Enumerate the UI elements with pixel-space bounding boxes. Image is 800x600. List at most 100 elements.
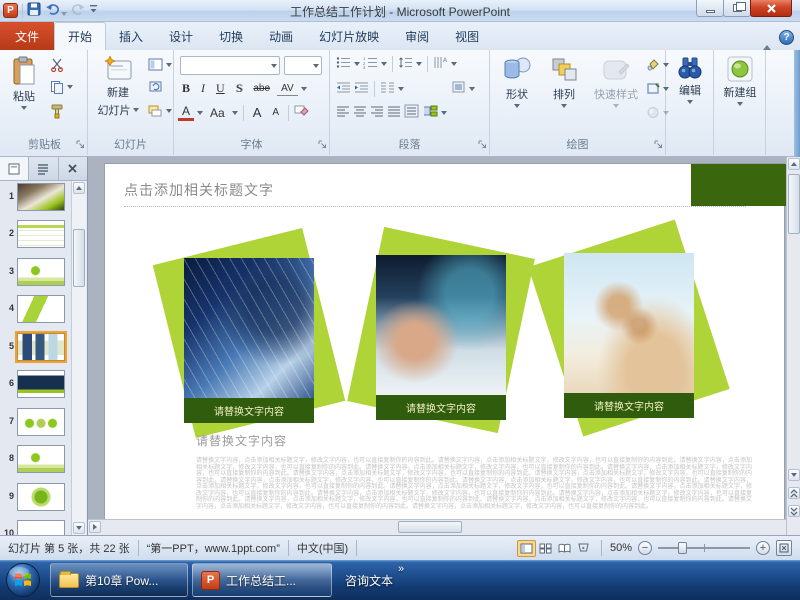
drawing-dialog-launcher[interactable]	[654, 138, 663, 152]
tab-outline[interactable]	[29, 157, 58, 180]
slide-thumbnail-4[interactable]: 4	[0, 295, 72, 323]
close-button[interactable]	[750, 0, 792, 17]
scroll-down-button[interactable]	[73, 522, 85, 534]
slideshow-view-button[interactable]	[574, 540, 593, 557]
bold-button[interactable]: B	[178, 80, 194, 97]
font-color-button[interactable]: A	[178, 105, 194, 121]
clear-formatting-button[interactable]	[294, 104, 309, 121]
normal-view-button[interactable]	[517, 540, 536, 557]
section-button[interactable]	[148, 104, 172, 117]
justify-button[interactable]	[387, 105, 401, 121]
paste-button[interactable]: 粘贴	[6, 53, 42, 145]
quick-styles-button[interactable]: 快速样式	[588, 53, 644, 145]
body-text-placeholder[interactable]: 请替换文字内容，点击添加相关标题文字，修改文字内容，也可以直接复制你的内容到此。…	[196, 458, 752, 510]
previous-slide-button[interactable]	[788, 487, 800, 499]
slide-thumbnail-9[interactable]: 9	[0, 483, 72, 511]
text-direction-button[interactable]: A	[433, 56, 448, 72]
change-case-button[interactable]: Aa	[206, 105, 229, 121]
scroll-right-button[interactable]	[89, 521, 101, 533]
photo-stairs[interactable]	[184, 258, 314, 398]
line-spacing-button[interactable]	[398, 56, 413, 72]
start-button[interactable]	[5, 562, 41, 600]
font-size-combobox[interactable]	[284, 56, 322, 75]
slide-thumbnail-5-selected[interactable]: 5	[0, 333, 72, 361]
taskbar-item-folder[interactable]: 第10章 Pow...	[50, 563, 188, 597]
horizontal-scrollbar[interactable]	[88, 519, 786, 535]
section-heading[interactable]: 请替换文字内容	[196, 432, 287, 449]
font-dialog-launcher[interactable]	[318, 138, 327, 152]
strikethrough-button[interactable]: abe	[249, 82, 274, 95]
editing-button[interactable]: 编辑	[669, 53, 711, 145]
tab-file[interactable]: 文件	[0, 22, 54, 50]
slides-pane-scrollbar[interactable]	[71, 181, 86, 535]
next-slide-button[interactable]	[788, 505, 800, 517]
caption-bar[interactable]: 请替换文字内容	[184, 398, 314, 423]
zoom-slider[interactable]	[658, 547, 750, 549]
scrollbar-thumb[interactable]	[73, 229, 85, 287]
taskbar-item-powerpoint[interactable]: P 工作总结工...	[192, 563, 332, 597]
reset-slide-button[interactable]	[148, 80, 163, 93]
zoom-in-button[interactable]: +	[756, 541, 770, 555]
align-text-button[interactable]	[451, 80, 466, 97]
tab-slideshow[interactable]: 幻灯片放映	[306, 23, 392, 50]
fit-to-window-button[interactable]	[776, 540, 792, 556]
increase-indent-button[interactable]	[354, 81, 369, 97]
distribute-button[interactable]	[404, 104, 419, 121]
decrease-indent-button[interactable]	[336, 81, 351, 97]
format-painter-button[interactable]	[50, 104, 65, 119]
columns-button[interactable]	[380, 81, 395, 97]
tab-view[interactable]: 视图	[442, 23, 492, 50]
scrollbar-thumb[interactable]	[788, 174, 800, 234]
slide-thumbnail-3[interactable]: 3	[0, 258, 72, 286]
scroll-down-button[interactable]	[788, 469, 800, 481]
text-shadow-button[interactable]: S	[232, 80, 247, 97]
scrollbar-thumb[interactable]	[398, 521, 462, 533]
zoom-slider-thumb[interactable]	[678, 542, 687, 554]
arrange-button[interactable]: 排列	[542, 53, 586, 145]
character-spacing-button[interactable]: AV	[277, 82, 298, 96]
tab-home[interactable]: 开始	[54, 22, 106, 50]
slide-thumbnail-6[interactable]: 6	[0, 370, 72, 398]
tray-overflow-chevron[interactable]: »	[398, 563, 404, 575]
paragraph-dialog-launcher[interactable]	[478, 138, 487, 152]
close-pane-button[interactable]	[59, 157, 87, 180]
slide-thumbnail-2[interactable]: 2	[0, 220, 72, 248]
bullets-button[interactable]	[336, 56, 351, 72]
copy-button[interactable]	[50, 80, 73, 94]
italic-button[interactable]: I	[197, 80, 209, 97]
slide-thumbnail-8[interactable]: 8	[0, 445, 72, 473]
shrink-font-button[interactable]: A	[268, 106, 283, 119]
numbering-button[interactable]: 123	[363, 56, 378, 72]
taskbar-toolbar-text[interactable]: 咨询文本	[345, 572, 393, 589]
reading-view-button[interactable]	[555, 540, 574, 557]
slide-thumbnail-7[interactable]: 7	[0, 408, 72, 436]
clipboard-dialog-launcher[interactable]	[76, 138, 85, 152]
font-name-combobox[interactable]	[180, 56, 280, 75]
slide-thumbnail-1[interactable]: 1	[0, 183, 72, 211]
new-group-button[interactable]: 新建组	[717, 53, 763, 145]
zoom-level[interactable]: 50%	[610, 542, 632, 554]
convert-smartart-button[interactable]	[422, 104, 438, 121]
collapse-ribbon-button[interactable]	[763, 31, 771, 45]
scroll-up-button[interactable]	[73, 182, 85, 194]
zoom-out-button[interactable]: −	[638, 541, 652, 555]
caption-bar[interactable]: 请替换文字内容	[376, 395, 506, 420]
tab-insert[interactable]: 插入	[106, 23, 156, 50]
new-slide-button[interactable]: 新建 幻灯片	[92, 53, 144, 145]
tab-slides-thumbnails[interactable]	[0, 157, 29, 180]
slide-sorter-view-button[interactable]	[536, 540, 555, 557]
green-corner-shape[interactable]	[691, 164, 786, 206]
slide-title-placeholder[interactable]: 点击添加相关标题文字	[124, 180, 274, 200]
caption-bar[interactable]: 请替换文字内容	[564, 393, 694, 418]
slide-canvas[interactable]: 点击添加相关标题文字 请替换文字内容 请替换文字内容 请替换文字内容 请替换文字…	[104, 163, 785, 535]
tab-design[interactable]: 设计	[156, 23, 206, 50]
align-left-button[interactable]	[336, 105, 350, 121]
tab-transitions[interactable]: 切换	[206, 23, 256, 50]
photo-gears-hand[interactable]	[564, 253, 694, 393]
align-right-button[interactable]	[370, 105, 384, 121]
minimize-button[interactable]	[696, 0, 724, 17]
help-button[interactable]: ?	[779, 30, 794, 45]
slide-layout-button[interactable]	[148, 58, 172, 71]
cut-button[interactable]	[50, 58, 64, 72]
scroll-up-button[interactable]	[788, 158, 800, 170]
